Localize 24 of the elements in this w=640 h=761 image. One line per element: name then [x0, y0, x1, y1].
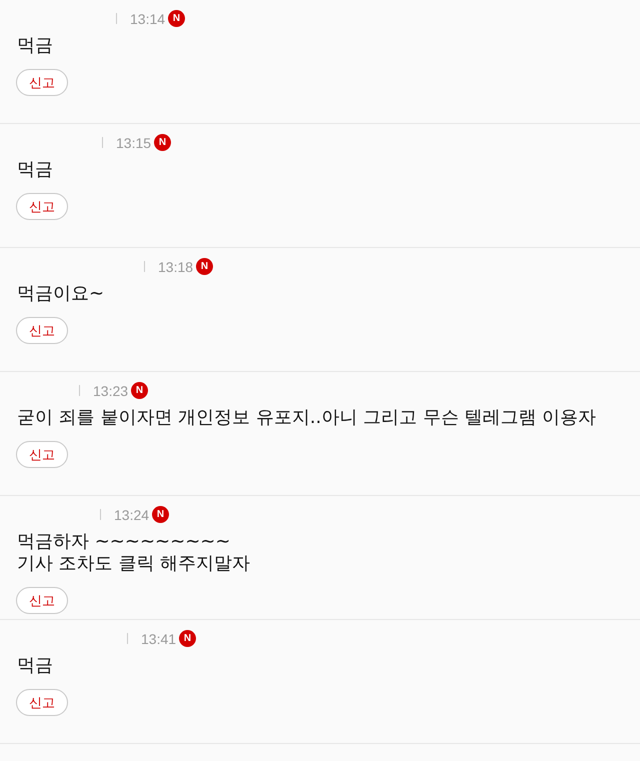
comment-text: 먹금하자 ~~~~~~~~~ 기사 조차도 클릭 해주지말자 — [17, 531, 252, 575]
comment-text: 먹금 — [17, 35, 54, 57]
comment-time: 13:15 — [116, 134, 152, 150]
report-button[interactable]: 신고 — [16, 441, 68, 468]
comment-text: 먹금 — [17, 655, 54, 677]
comment-time: 13:14 — [130, 10, 166, 26]
new-badge: N — [168, 10, 186, 27]
report-button[interactable]: 신고 — [16, 689, 68, 716]
report-button[interactable]: 신고 — [16, 317, 68, 344]
new-badge: N — [196, 258, 214, 275]
report-button[interactable]: 신고 — [16, 69, 68, 96]
comment-time: 13:41 — [141, 630, 176, 646]
comment-text: 먹금이요~ — [17, 283, 106, 305]
new-badge: N — [131, 382, 148, 399]
new-badge: N — [152, 506, 170, 523]
comment-text: 굳이 죄를 붙이자면 개인정보 유포지..아니 그리고 무슨 텔레그램 이용자 — [17, 407, 598, 429]
new-badge: N — [179, 630, 196, 647]
comment-text: 먹금 — [17, 159, 54, 181]
comment-time: 13:18 — [158, 258, 194, 274]
comment-time: 13:24 — [114, 506, 150, 522]
report-button[interactable]: 신고 — [16, 587, 68, 614]
new-badge: N — [154, 134, 172, 151]
report-button[interactable]: 신고 — [16, 193, 68, 220]
comment-time: 13:23 — [93, 382, 128, 398]
